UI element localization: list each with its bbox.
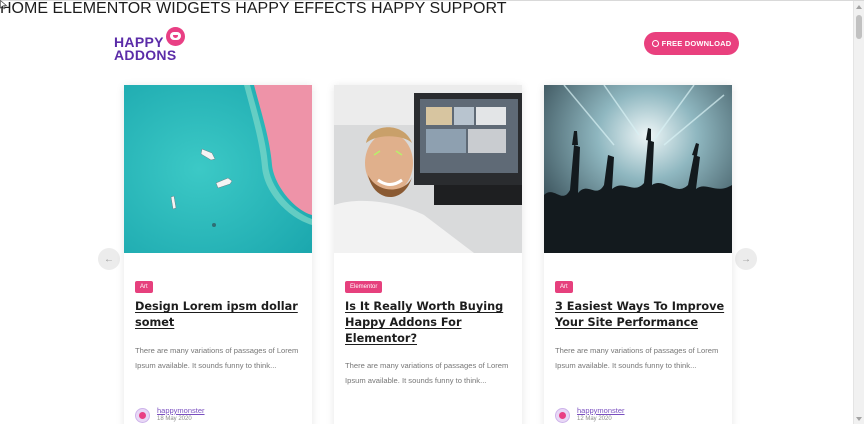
author-link[interactable]: happymonster <box>577 406 625 415</box>
post-date: 12 May 2020 <box>577 416 612 422</box>
mouse-cursor-icon <box>0 0 8 10</box>
scrollbar-thumb[interactable] <box>856 15 862 39</box>
scroll-down-icon[interactable] <box>856 417 862 421</box>
category-badge[interactable]: Art <box>555 281 573 293</box>
logo-text-line2: ADDONS <box>114 47 177 63</box>
arrow-left-icon: ← <box>104 253 114 265</box>
logo-face-icon <box>166 27 185 46</box>
browser-top-border <box>0 0 864 1</box>
nav-item-elementor-widgets[interactable]: ELEMENTOR WIDGETS <box>52 0 230 17</box>
post-image-concert-crowd[interactable] <box>544 85 732 253</box>
page-scrollbar[interactable] <box>853 1 864 424</box>
post-card: Art Design Lorem ipsm dollar somet There… <box>124 85 312 424</box>
post-image-aerial-beach[interactable] <box>124 85 312 253</box>
post-title-link[interactable]: 3 Easiest Ways To Improve Your Site Perf… <box>555 299 725 331</box>
post-excerpt: There are many variations of passages of… <box>345 361 509 385</box>
nav-item-happy-effects[interactable]: HAPPY EFFECTS <box>235 0 366 17</box>
happy-addons-logo[interactable]: HAPPY ADDONS <box>114 27 194 63</box>
post-title-link[interactable]: Design Lorem ipsm dollar somet <box>135 299 305 331</box>
carousel-prev-button[interactable]: ← <box>98 248 120 270</box>
scroll-up-icon[interactable] <box>856 5 862 9</box>
category-badge[interactable]: Art <box>135 281 153 293</box>
author-avatar[interactable] <box>555 408 570 423</box>
post-image-smiling-man[interactable] <box>334 85 522 253</box>
author-avatar[interactable] <box>135 408 150 423</box>
free-download-label: FREE DOWNLOAD <box>661 39 732 48</box>
carousel-next-button[interactable]: → <box>735 248 757 270</box>
post-title-link[interactable]: Is It Really Worth Buying Happy Addons F… <box>345 299 515 347</box>
wordpress-icon <box>651 40 659 47</box>
post-excerpt: There are many variations of passages of… <box>555 346 719 370</box>
post-card: Elementor Is It Really Worth Buying Happ… <box>334 85 522 424</box>
nav-item-happy-support[interactable]: HAPPY SUPPORT <box>371 0 506 17</box>
post-date: 18 May 2020 <box>157 416 192 422</box>
main-nav: HOME ELEMENTOR WIDGETS HAPPY EFFECTS HAP… <box>0 0 864 18</box>
author-link[interactable]: happymonster <box>157 406 205 415</box>
post-excerpt: There are many variations of passages of… <box>135 346 299 370</box>
post-card: Art 3 Easiest Ways To Improve Your Site … <box>544 85 732 424</box>
free-download-button[interactable]: FREE DOWNLOAD <box>644 32 739 55</box>
arrow-right-icon: → <box>741 253 751 265</box>
category-badge[interactable]: Elementor <box>345 281 383 293</box>
